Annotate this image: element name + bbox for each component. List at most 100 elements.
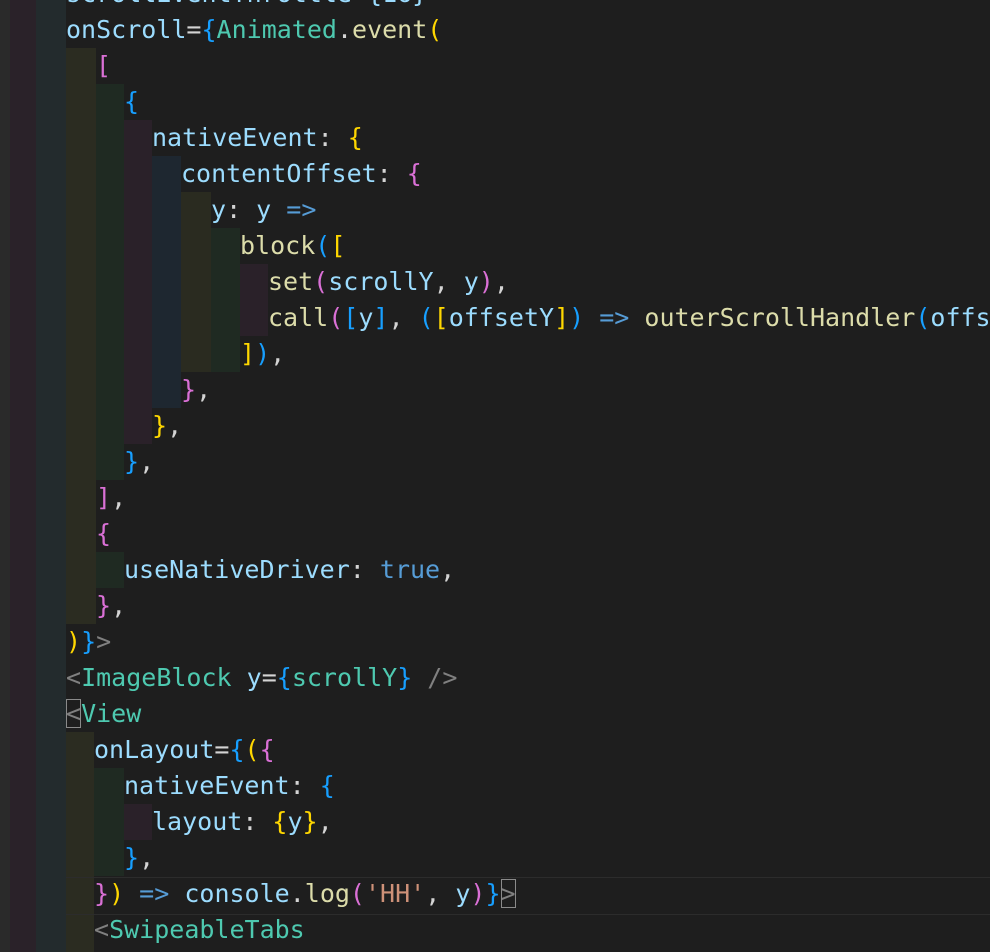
code-token: ,: [425, 879, 456, 908]
code-token: }: [94, 879, 110, 908]
code-token: {: [319, 771, 335, 800]
code-line[interactable]: onScroll={Animated.event(: [0, 12, 442, 48]
code-line[interactable]: nativeEvent: {: [0, 768, 335, 804]
code-token: }: [181, 375, 197, 404]
code-token: [: [343, 303, 359, 332]
code-token: nativeEvent: [124, 771, 290, 800]
code-line[interactable]: },: [0, 408, 182, 444]
code-token: =: [214, 735, 230, 764]
code-token: ,: [111, 483, 127, 512]
code-token: [: [330, 231, 346, 260]
code-token: call: [268, 303, 329, 332]
code-line[interactable]: scrollEventThrottle={16}: [0, 0, 427, 12]
code-line[interactable]: contentOffset: {: [0, 156, 422, 192]
code-token: log: [304, 879, 350, 908]
code-line[interactable]: },: [0, 588, 126, 624]
code-token: :: [242, 807, 273, 836]
code-token: SwipeableTabs: [109, 915, 305, 944]
code-token: (: [313, 267, 329, 296]
code-line[interactable]: <SwipeableTabs: [0, 912, 305, 948]
code-line[interactable]: y: y =>: [0, 192, 331, 228]
code-token: contentOffset: [181, 159, 377, 188]
code-token: :: [317, 123, 348, 152]
code-line[interactable]: nativeEvent: {: [0, 120, 363, 156]
code-token: {: [124, 87, 140, 116]
code-token: y: [256, 195, 272, 224]
code-token: (: [349, 879, 365, 908]
code-token: ,: [196, 375, 212, 404]
code-token: ): [478, 267, 494, 296]
code-token: }: [81, 627, 97, 656]
code-token: ,: [388, 303, 419, 332]
code-token: (: [915, 303, 931, 332]
code-token: ]: [554, 303, 570, 332]
code-token: }: [302, 807, 318, 836]
code-token: }: [96, 591, 112, 620]
code-token: ,: [270, 339, 286, 368]
code-token: offsetY: [448, 303, 555, 332]
code-token: :: [349, 555, 380, 584]
code-token: outerScrollHandler: [644, 303, 916, 332]
code-token: {: [201, 15, 217, 44]
code-token: .: [336, 15, 353, 44]
code-line[interactable]: call([y], ([offsetY]) => outerScrollHand…: [0, 300, 990, 336]
code-token: y: [287, 807, 303, 836]
code-line[interactable]: {: [0, 84, 139, 120]
code-line[interactable]: }) => console.log('HH', y)}>: [0, 876, 516, 912]
code-line[interactable]: block([: [0, 228, 345, 264]
code-token: ): [109, 879, 125, 908]
code-line[interactable]: onLayout={({: [0, 732, 275, 768]
code-line[interactable]: [: [0, 48, 111, 84]
code-token: y: [358, 303, 374, 332]
code-line[interactable]: {: [0, 516, 111, 552]
code-token: View: [81, 699, 142, 728]
code-line[interactable]: },: [0, 444, 154, 480]
code-token: ): [66, 627, 82, 656]
code-token: ,: [111, 591, 127, 620]
code-token: layout: [152, 807, 243, 836]
code-line[interactable]: <ImageBlock y={scrollY} />: [0, 660, 457, 696]
code-line[interactable]: useNativeDriver: true,: [0, 552, 455, 588]
code-line[interactable]: <View: [0, 696, 141, 732]
code-token: >: [500, 879, 516, 908]
code-token: =: [261, 663, 277, 692]
code-token: {: [259, 735, 275, 764]
code-token: =: [186, 15, 202, 44]
code-token: set: [268, 267, 314, 296]
code-line[interactable]: ]),: [0, 336, 285, 372]
code-token: >: [96, 627, 112, 656]
code-line[interactable]: )}>: [0, 624, 111, 660]
code-token: ,: [433, 267, 464, 296]
code-line[interactable]: layout: {y},: [0, 804, 333, 840]
code-token: }: [152, 411, 168, 440]
code-token: (: [427, 15, 443, 44]
code-token: ,: [493, 267, 509, 296]
code-line[interactable]: ],: [0, 480, 126, 516]
code-token: =>: [124, 879, 185, 908]
code-token: event: [352, 15, 428, 44]
code-token: =>: [271, 195, 332, 224]
code-token: }: [124, 843, 140, 872]
code-token: <: [66, 699, 82, 728]
code-token: y: [211, 195, 227, 224]
code-editor[interactable]: scrollEventThrottle={16}onScroll={Animat…: [0, 0, 990, 952]
code-line[interactable]: },: [0, 840, 154, 876]
code-token: ]: [373, 303, 389, 332]
code-token: ): [569, 303, 585, 332]
code-token: />: [412, 663, 458, 692]
code-line[interactable]: set(scrollY, y),: [0, 264, 509, 300]
code-token: scrollY: [328, 267, 434, 296]
code-token: (: [315, 231, 331, 260]
code-token: {: [229, 735, 245, 764]
code-token: ]: [240, 339, 256, 368]
code-token: true: [379, 555, 441, 584]
code-token: ,: [139, 447, 155, 476]
code-token: (: [418, 303, 434, 332]
code-token: y: [463, 267, 479, 296]
code-line[interactable]: },: [0, 372, 211, 408]
code-token: onScroll: [66, 15, 187, 44]
code-token: ,: [167, 411, 183, 440]
code-token: <: [66, 663, 82, 692]
code-token: ImageBlock: [81, 663, 232, 692]
